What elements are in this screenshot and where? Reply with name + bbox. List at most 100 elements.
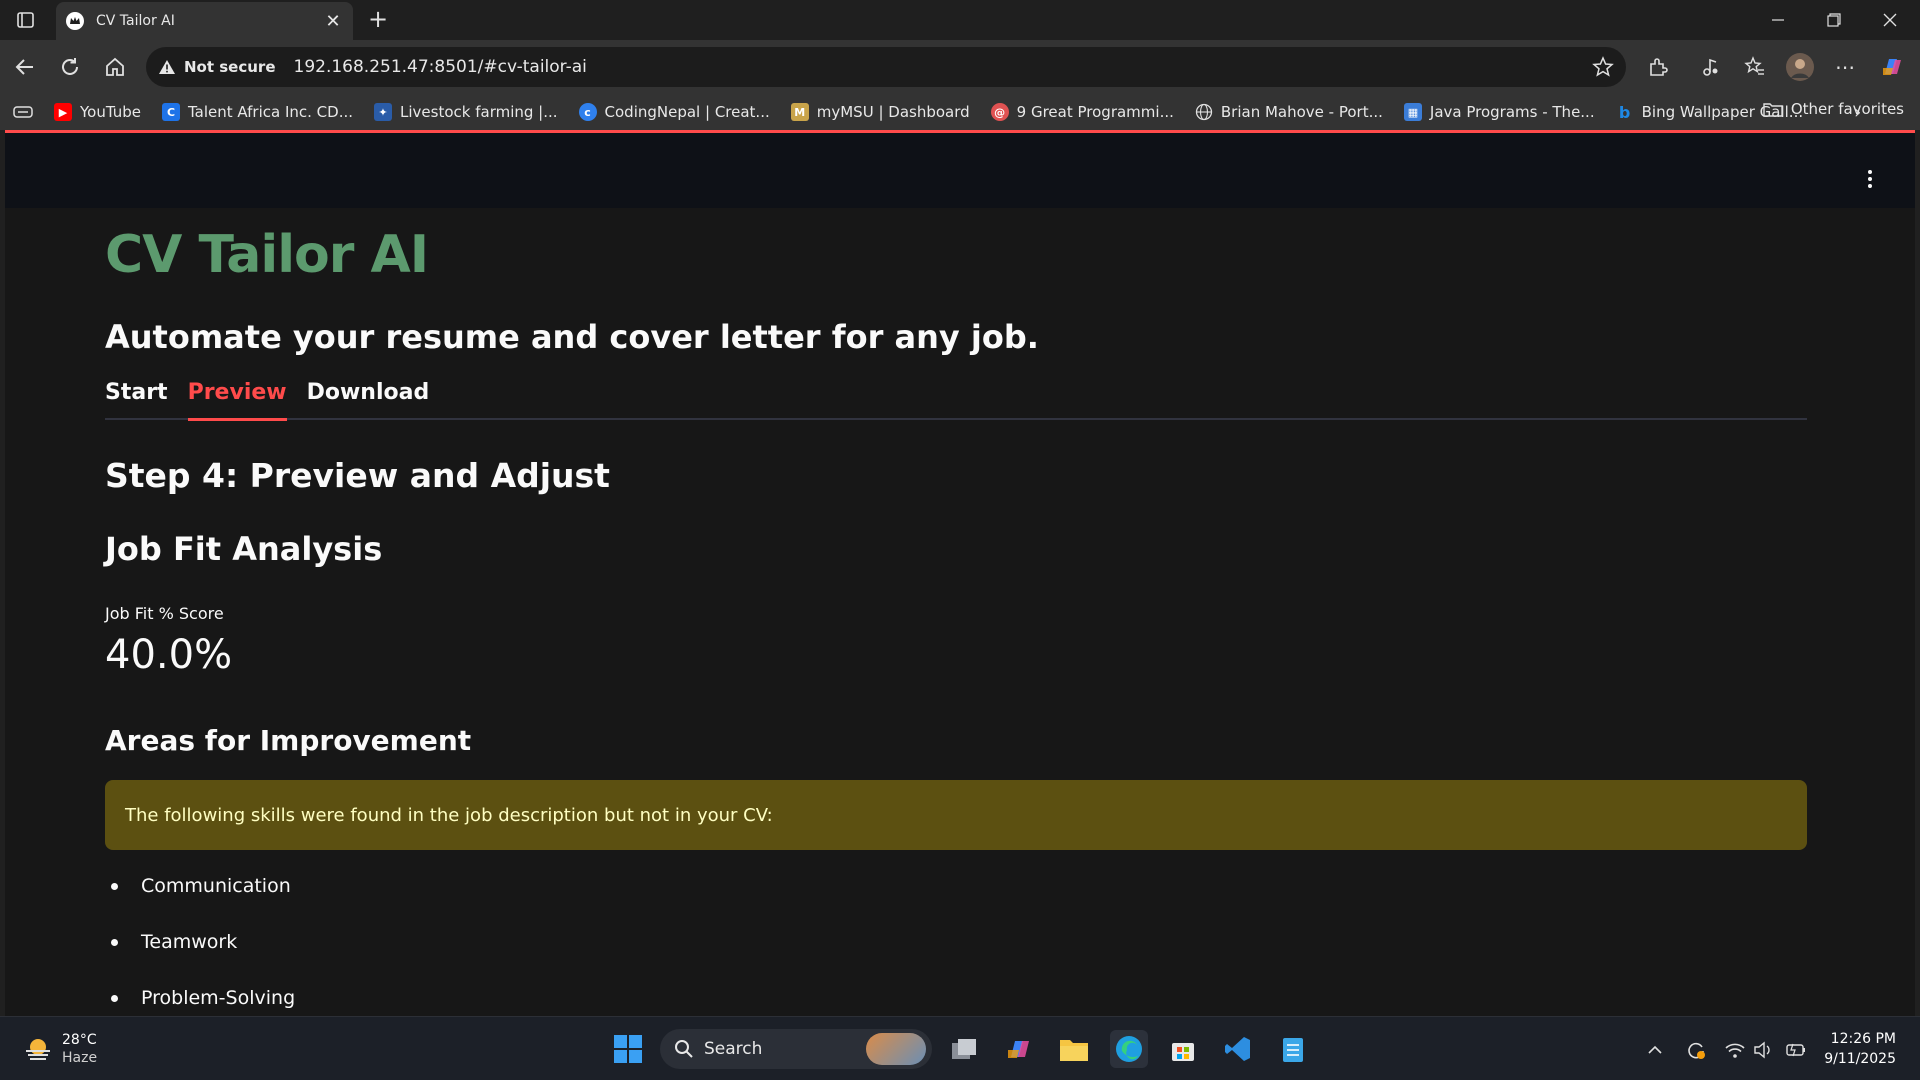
search-label: Search: [704, 1039, 763, 1059]
favorite-label: myMSU | Dashboard: [816, 103, 970, 121]
profile-avatar[interactable]: [1783, 50, 1817, 84]
list-item: Problem-Solving: [105, 984, 295, 1016]
favorite-portfolio[interactable]: Brian Mahove - Port...: [1195, 103, 1383, 121]
metric-value: 40.0%: [105, 632, 233, 678]
swirl-icon: @: [990, 103, 1009, 121]
search-icon: [674, 1039, 694, 1059]
web-page: CV Tailor AI Automate your resume and co…: [5, 130, 1915, 1016]
weather-widget[interactable]: 28°C Haze: [22, 1031, 97, 1067]
home-icon[interactable]: [98, 50, 132, 84]
c-logo-icon: C: [162, 103, 180, 121]
notepad-icon[interactable]: [1274, 1030, 1312, 1068]
back-arrow-icon[interactable]: [8, 50, 42, 84]
close-window-button[interactable]: [1862, 0, 1918, 40]
favorite-java-programs[interactable]: ▦ Java Programs - The...: [1403, 103, 1595, 121]
security-label[interactable]: Not secure: [184, 58, 276, 76]
warning-text: The following skills were found in the j…: [125, 804, 773, 826]
windows-start-icon[interactable]: [609, 1030, 647, 1068]
taskbar-search[interactable]: Search: [660, 1029, 932, 1069]
streamlit-crown-icon: [66, 12, 84, 30]
list-item: Communication: [105, 872, 295, 928]
metric-label: Job Fit % Score: [105, 604, 224, 623]
wifi-icon[interactable]: [1724, 1039, 1746, 1061]
haze-sun-icon: [22, 1035, 54, 1063]
favorite-codingnepal[interactable]: c CodingNepal | Creat...: [578, 103, 770, 121]
address-bar[interactable]: Not secure 192.168.251.47:8501/#cv-tailo…: [146, 47, 1626, 87]
globe-icon: [1195, 103, 1213, 121]
music-sync-icon[interactable]: [1693, 50, 1727, 84]
edge-browser-icon[interactable]: [1110, 1030, 1148, 1068]
youtube-icon: ▶: [54, 103, 72, 121]
app-header: [5, 133, 1915, 208]
more-options-icon[interactable]: ⋯: [1828, 50, 1862, 84]
task-view-icon[interactable]: [945, 1030, 983, 1068]
refresh-icon[interactable]: [53, 50, 87, 84]
tab-strip: CV Tailor AI ✕ +: [0, 0, 1920, 40]
favorite-label: Livestock farming |...: [400, 103, 558, 121]
battery-icon[interactable]: [1785, 1039, 1807, 1061]
tab-title: CV Tailor AI: [96, 13, 175, 29]
favorites-list-icon[interactable]: [1738, 50, 1772, 84]
tab-close-icon[interactable]: ✕: [323, 11, 343, 32]
grid-logo-icon: ▦: [1403, 103, 1422, 121]
warning-alert: The following skills were found in the j…: [105, 780, 1807, 850]
clock-time: 12:26 PM: [1830, 1031, 1896, 1047]
codingnepal-icon: c: [578, 103, 597, 121]
analysis-heading: Job Fit Analysis: [105, 530, 383, 568]
tab-preview[interactable]: Preview: [187, 380, 287, 421]
favorite-programming[interactable]: @ 9 Great Programmi...: [990, 103, 1174, 121]
vscode-icon[interactable]: [1219, 1030, 1257, 1068]
file-explorer-icon[interactable]: [1055, 1030, 1093, 1068]
tab-actions-icon[interactable]: [10, 8, 40, 32]
favorite-talent-africa[interactable]: C Talent Africa Inc. CD...: [162, 103, 353, 121]
app-tabs: Start Preview Download: [105, 380, 1807, 421]
restore-button[interactable]: [1806, 0, 1862, 40]
shield-logo-icon: ✦: [374, 103, 393, 121]
favorite-mymsu[interactable]: M myMSU | Dashboard: [790, 103, 970, 121]
app-main: CV Tailor AI Automate your resume and co…: [5, 208, 1915, 1016]
missing-skills-list: Communication Teamwork Problem-Solving: [105, 872, 295, 1016]
copilot-icon[interactable]: [1875, 50, 1909, 84]
extensions-icon[interactable]: [1641, 50, 1675, 84]
tab-download[interactable]: Download: [307, 380, 430, 418]
taskbar: 28°C Haze Search 12:26 PM 9/11/2025: [0, 1016, 1920, 1080]
favorite-label: 9 Great Programmi...: [1016, 103, 1174, 121]
copilot-app-icon[interactable]: [1000, 1030, 1038, 1068]
step-heading: Step 4: Preview and Adjust: [105, 456, 610, 495]
chevron-up-icon[interactable]: [1644, 1039, 1666, 1061]
browser-toolbar: Not secure 192.168.251.47:8501/#cv-tailo…: [0, 40, 1920, 94]
bing-icon: b: [1618, 102, 1631, 122]
minimize-button[interactable]: [1750, 0, 1806, 40]
search-highlight-image: [866, 1033, 926, 1065]
favorite-label: Brian Mahove - Port...: [1220, 103, 1383, 121]
browser-window: CV Tailor AI ✕ + Not secure 192.168.251.…: [0, 0, 1920, 1080]
weather-temp: 28°C: [62, 1032, 97, 1048]
sync-alert-icon[interactable]: [1685, 1039, 1707, 1061]
app-subtitle: Automate your resume and cover letter fo…: [105, 318, 1039, 356]
taskbar-clock[interactable]: 12:26 PM 9/11/2025: [1824, 1029, 1896, 1069]
favorite-star-icon[interactable]: [1592, 56, 1614, 78]
favorite-label: Talent Africa Inc. CD...: [188, 103, 354, 121]
favorite-youtube[interactable]: ▶ YouTube: [54, 103, 141, 121]
favorite-label: CodingNepal | Creat...: [604, 103, 770, 121]
reading-mode-icon[interactable]: [12, 103, 34, 121]
favorites-bar: ▶ YouTube C Talent Africa Inc. CD... ✦ L…: [0, 94, 1920, 130]
tab-start[interactable]: Start: [105, 380, 168, 418]
kebab-menu-icon[interactable]: [1865, 168, 1875, 190]
clock-date: 9/11/2025: [1824, 1051, 1896, 1067]
improvement-heading: Areas for Improvement: [105, 724, 472, 757]
other-favorites[interactable]: Other favorites: [1763, 100, 1904, 118]
tab-cv-tailor[interactable]: CV Tailor AI ✕: [56, 2, 353, 40]
favorite-label: Java Programs - The...: [1429, 103, 1595, 121]
folder-icon: [1763, 101, 1783, 117]
msu-logo-icon: M: [790, 103, 809, 121]
new-tab-button[interactable]: +: [364, 6, 392, 34]
favorite-livestock[interactable]: ✦ Livestock farming |...: [374, 103, 558, 121]
volume-icon[interactable]: [1753, 1039, 1775, 1061]
list-item: Teamwork: [105, 928, 295, 984]
microsoft-store-icon[interactable]: [1164, 1030, 1202, 1068]
url-text[interactable]: 192.168.251.47:8501/#cv-tailor-ai: [294, 57, 587, 77]
weather-condition: Haze: [62, 1050, 98, 1066]
other-favorites-label: Other favorites: [1790, 100, 1904, 118]
app-title: CV Tailor AI: [105, 225, 429, 285]
